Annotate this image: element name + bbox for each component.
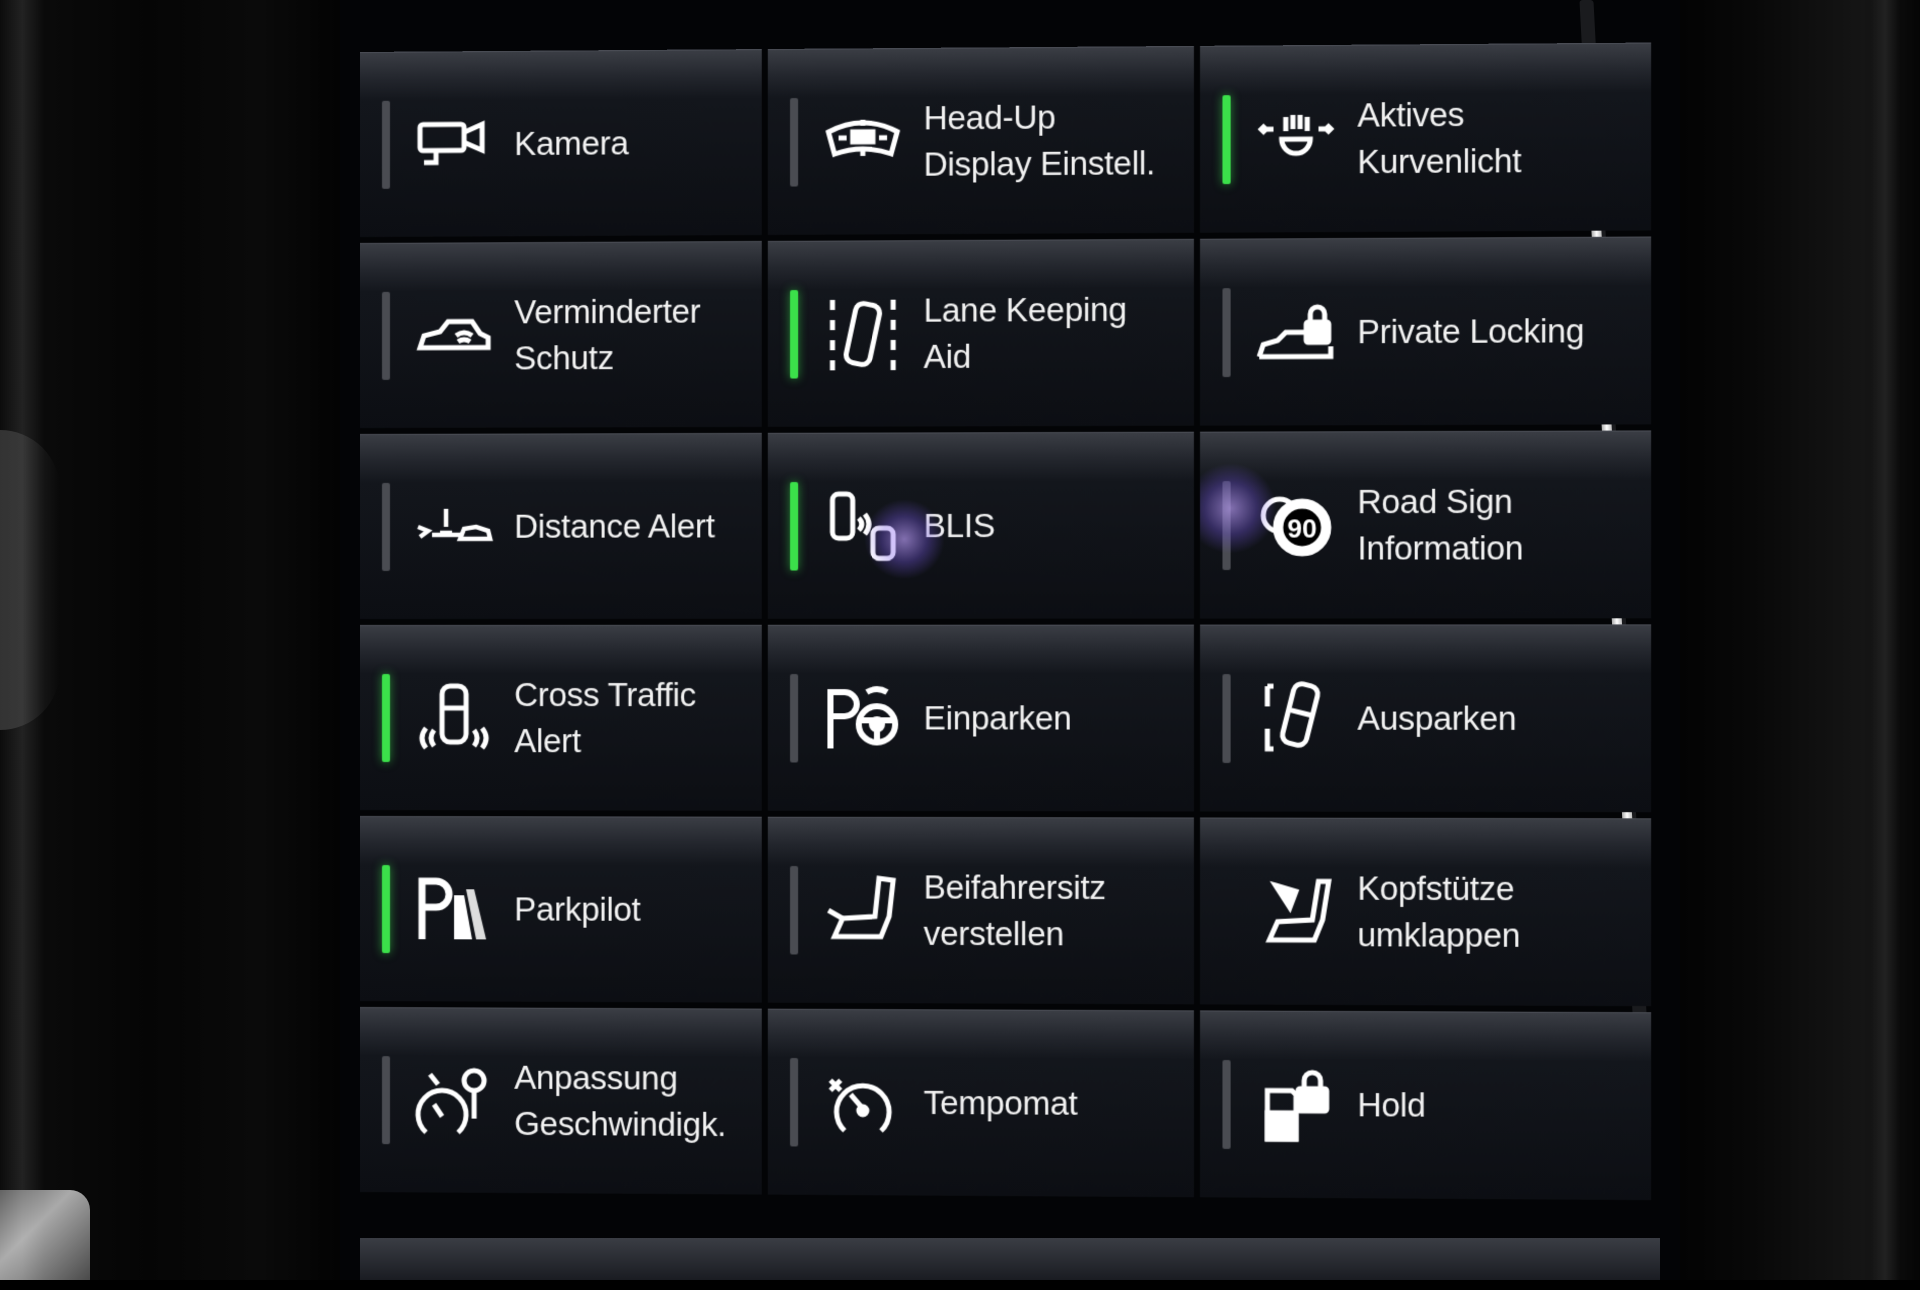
status-indicator: [382, 1056, 390, 1144]
tile-label: Distance Alert: [514, 503, 715, 549]
tile-label: Tempomat: [924, 1080, 1078, 1127]
tile-aktives-kurvenlicht[interactable]: Aktives Kurvenlicht: [1200, 43, 1651, 233]
tile-label: Private Locking: [1357, 308, 1584, 355]
tile-label: BLIS: [924, 503, 995, 549]
tile-ausparken[interactable]: Ausparken: [1200, 624, 1651, 812]
tile-einparken[interactable]: Einparken: [768, 625, 1194, 812]
private-locking-icon: [1249, 289, 1343, 376]
tile-label: Verminderter Schutz: [514, 288, 700, 381]
tile-lane-keeping-aid[interactable]: Lane Keeping Aid: [768, 239, 1194, 427]
tile-distance-alert[interactable]: Distance Alert: [360, 433, 762, 619]
tile-label: Beifahrersitz verstellen: [924, 864, 1106, 957]
head-up-display-icon: [816, 98, 909, 185]
tile-kopfstuetze-umklappen[interactable]: Kopfstütze umklappen: [1200, 817, 1651, 1006]
bezel-reflection: [0, 430, 60, 730]
speed-adaptation-icon: [408, 1057, 500, 1144]
status-indicator: [382, 101, 390, 189]
status-indicator: [1222, 288, 1230, 377]
tile-label: Parkpilot: [514, 886, 640, 932]
camera-icon: [408, 101, 500, 188]
status-indicator-active: [382, 865, 390, 953]
tile-label: Einparken: [924, 695, 1072, 741]
status-indicator: [1222, 867, 1230, 956]
reduced-guard-icon: [408, 292, 500, 378]
tile-label: Ausparken: [1357, 695, 1516, 742]
tile-private-locking[interactable]: Private Locking: [1200, 236, 1651, 425]
headrest-fold-icon: [1249, 868, 1343, 955]
svg-text:90: 90: [1287, 513, 1317, 543]
tile-label: Road Sign Information: [1357, 478, 1523, 571]
function-view: Kamera Head-Up Display Einstell. Aktives…: [360, 42, 1670, 1289]
status-indicator-active: [790, 290, 798, 378]
function-grid: Kamera Head-Up Display Einstell. Aktives…: [360, 42, 1670, 1200]
bezel-reflection-right: [1870, 0, 1900, 1280]
tile-label: Head-Up Display Einstell.: [924, 94, 1155, 188]
tile-label: Lane Keeping Aid: [924, 287, 1127, 381]
status-indicator: [790, 98, 798, 187]
status-indicator: [790, 866, 798, 954]
tile-blis[interactable]: BLIS: [768, 432, 1194, 619]
hold-icon: [1249, 1061, 1343, 1148]
park-out-icon: [1249, 675, 1343, 762]
tile-label: Kopfstütze umklappen: [1357, 865, 1520, 959]
tile-tempomat[interactable]: Tempomat: [768, 1009, 1194, 1198]
status-indicator: [382, 483, 390, 571]
status-indicator: [1222, 674, 1230, 763]
lane-keeping-aid-icon: [816, 291, 909, 378]
tile-road-sign-information[interactable]: 90 Road Sign Information: [1200, 430, 1651, 618]
tile-verminderter-schutz[interactable]: Verminderter Schutz: [360, 241, 762, 428]
tile-label: Anpassung Geschwindigk.: [514, 1055, 726, 1148]
road-sign-information-icon: 90: [1249, 482, 1343, 569]
chrome-trim: [0, 1190, 90, 1280]
tile-label: Aktives Kurvenlicht: [1357, 91, 1521, 185]
status-indicator: [1222, 1060, 1230, 1149]
next-row-partial: [360, 1238, 1660, 1280]
status-indicator-active: [382, 674, 390, 762]
tile-cross-traffic-alert[interactable]: Cross Traffic Alert: [360, 625, 762, 811]
tile-hold[interactable]: Hold: [1200, 1010, 1651, 1200]
cruise-control-icon: [816, 1059, 909, 1146]
cross-traffic-alert-icon: [408, 675, 500, 761]
passenger-seat-icon: [816, 867, 909, 954]
active-bending-light-icon: [1249, 95, 1343, 183]
distance-alert-icon: [408, 484, 500, 570]
blis-icon: [816, 483, 909, 570]
tile-head-up-display[interactable]: Head-Up Display Einstell.: [768, 46, 1194, 235]
status-indicator: [1222, 481, 1230, 570]
park-assist-icon: [408, 866, 500, 952]
status-indicator: [790, 674, 798, 762]
tile-label: Cross Traffic Alert: [514, 672, 696, 764]
status-indicator-active: [1222, 95, 1230, 184]
tile-label: Hold: [1357, 1082, 1425, 1129]
tile-parkpilot[interactable]: Parkpilot: [360, 816, 762, 1003]
tile-label: Kamera: [514, 120, 628, 167]
park-in-icon: [816, 675, 909, 762]
tile-anpassung-geschwindigkeit[interactable]: Anpassung Geschwindigk.: [360, 1007, 762, 1195]
status-indicator-active: [790, 482, 798, 570]
tile-kamera[interactable]: Kamera: [360, 49, 762, 237]
status-indicator: [382, 292, 390, 380]
tile-beifahrersitz-verstellen[interactable]: Beifahrersitz verstellen: [768, 817, 1194, 1005]
status-indicator: [790, 1058, 798, 1146]
